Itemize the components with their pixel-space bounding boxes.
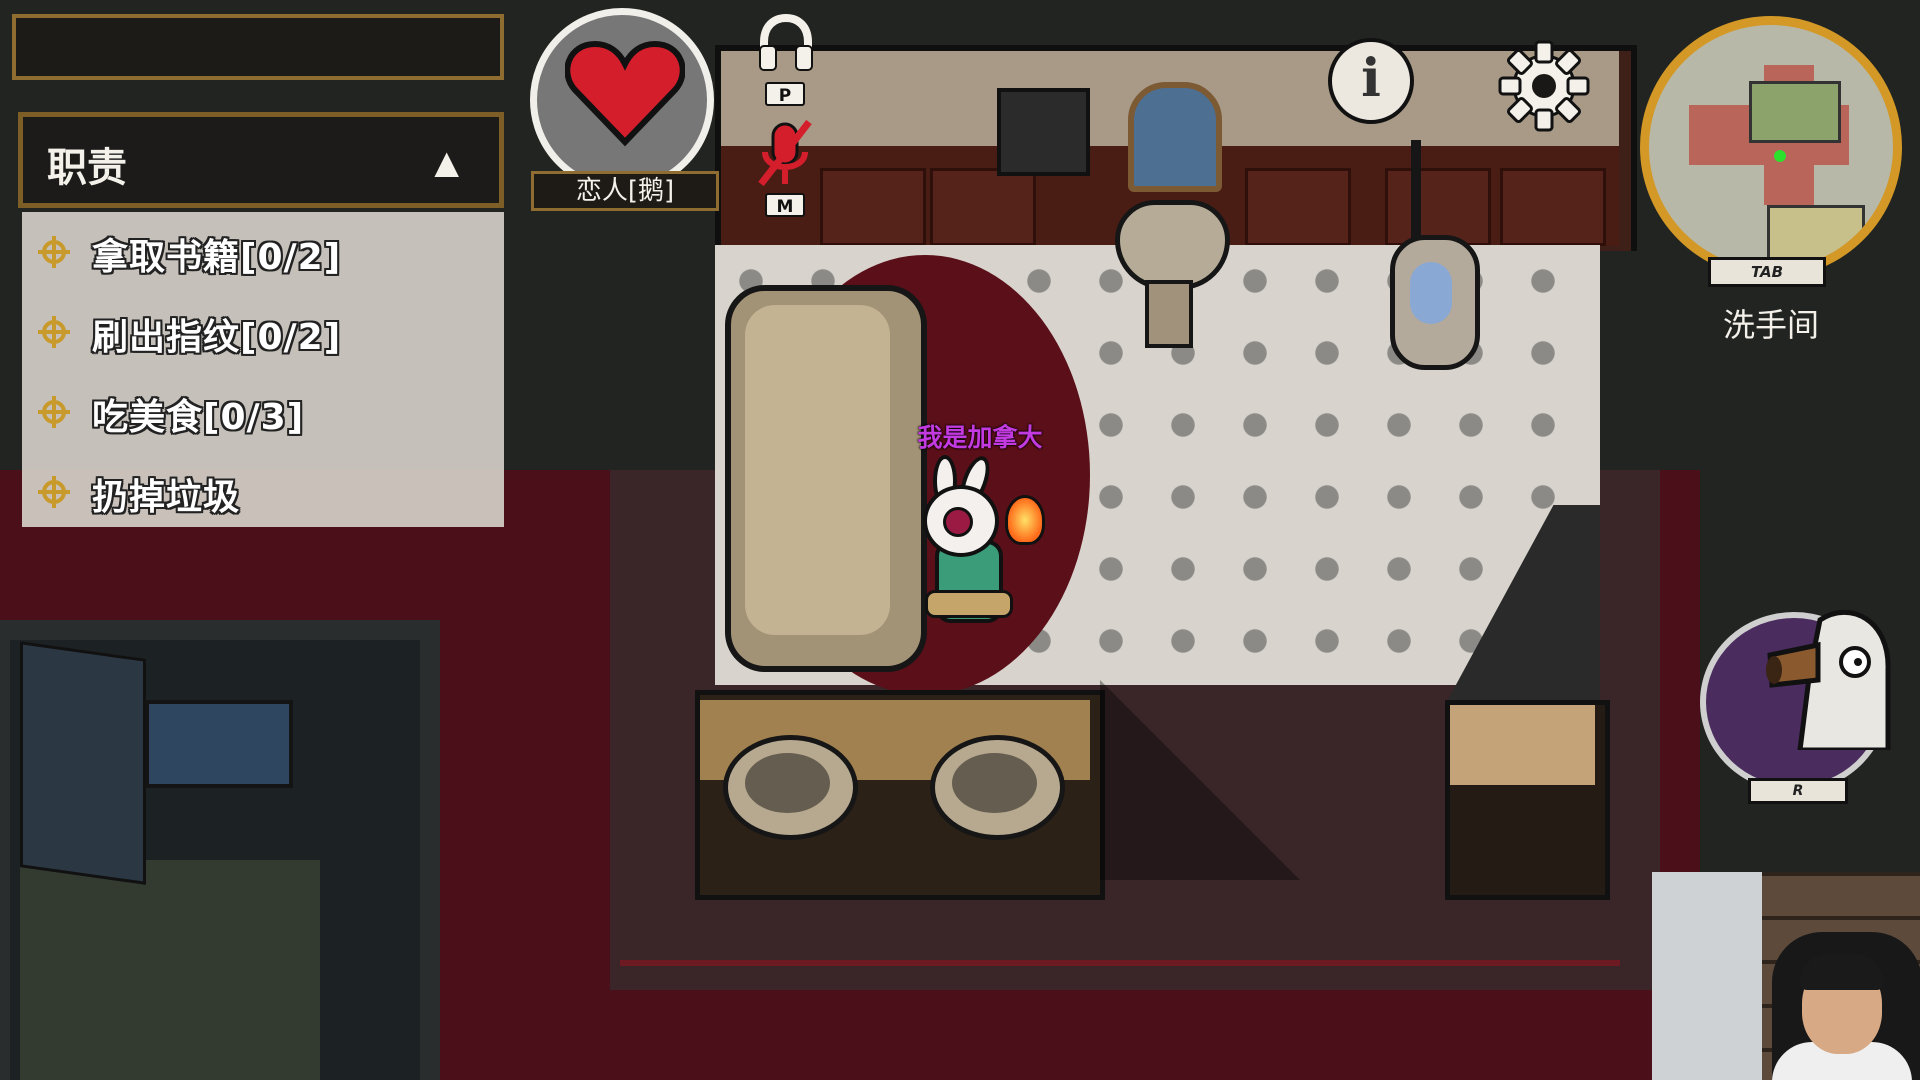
location-label: 洗手间 — [1722, 306, 1819, 344]
task-label: 扔掉垃圾 — [92, 477, 241, 518]
flame-icon — [1005, 495, 1045, 545]
bathtub-inner — [745, 305, 890, 635]
left-table — [20, 860, 320, 1080]
goose-portrait — [952, 753, 1037, 813]
toilet-seat — [1410, 262, 1452, 324]
heart-icon — [565, 40, 685, 147]
info-icon: ⅰ — [1361, 48, 1381, 109]
wall-panel — [820, 168, 926, 246]
wall-panel — [1245, 168, 1351, 246]
player-name: 我是加拿大 — [917, 423, 1043, 452]
task-item[interactable]: 吃美食[0/3] — [22, 382, 504, 444]
sink-stand — [1145, 280, 1193, 348]
headphones-key: P — [765, 82, 805, 106]
carpet-border — [620, 960, 1620, 966]
webcam-hair — [1800, 954, 1884, 990]
task-label: 拿取书籍[0/2] — [92, 237, 342, 278]
player-rope — [925, 590, 1013, 618]
webcam-overlay — [1652, 872, 1920, 1080]
task-item[interactable]: 刷出指纹[0/2] — [22, 302, 504, 364]
minimap-current-room — [1749, 81, 1841, 143]
player-eye — [943, 507, 973, 537]
task-panel-header[interactable]: 职责 ▲ — [18, 112, 504, 208]
task-list: 拿取书籍[0/2] 刷出指纹[0/2] 吃美食[0/3] 扔掉垃圾 — [22, 212, 504, 527]
collapse-up-icon[interactable]: ▲ — [434, 143, 459, 181]
quest-target-icon — [38, 476, 70, 508]
task-label: 吃美食[0/3] — [92, 397, 305, 438]
wall-cabinet[interactable] — [997, 88, 1090, 176]
wall-panel — [1500, 168, 1606, 246]
headphones-icon[interactable] — [756, 14, 816, 72]
wall-panel — [930, 168, 1036, 246]
sink[interactable] — [1115, 200, 1230, 290]
role-label: 恋人[鹅] — [531, 171, 719, 211]
mirror — [1128, 82, 1222, 192]
goose-portrait — [745, 753, 830, 813]
minimap[interactable] — [1640, 16, 1902, 278]
goose-honk-icon — [1766, 609, 1891, 750]
toilet-pipe — [1411, 140, 1421, 240]
mic-muted-icon[interactable] — [755, 118, 815, 190]
quest-target-icon — [38, 396, 70, 428]
task-label: 刷出指纹[0/2] — [92, 317, 342, 358]
task-item[interactable]: 拿取书籍[0/2] — [22, 222, 504, 284]
ability-key: R — [1748, 778, 1848, 804]
top-status-bar — [12, 14, 504, 80]
player-location-dot — [1774, 150, 1786, 162]
window — [145, 700, 293, 788]
task-panel-title: 职责 — [47, 145, 127, 191]
gear-icon[interactable] — [1498, 40, 1590, 132]
quest-target-icon — [38, 236, 70, 268]
player-character[interactable] — [905, 452, 1045, 640]
quest-target-icon — [38, 316, 70, 348]
minimap-key: TAB — [1708, 257, 1826, 287]
info-button[interactable]: ⅰ — [1328, 38, 1414, 124]
door[interactable] — [20, 641, 146, 885]
mic-key: M — [765, 193, 805, 217]
task-item[interactable]: 扔掉垃圾 — [22, 462, 504, 524]
cabinet-right-top — [1450, 705, 1595, 785]
